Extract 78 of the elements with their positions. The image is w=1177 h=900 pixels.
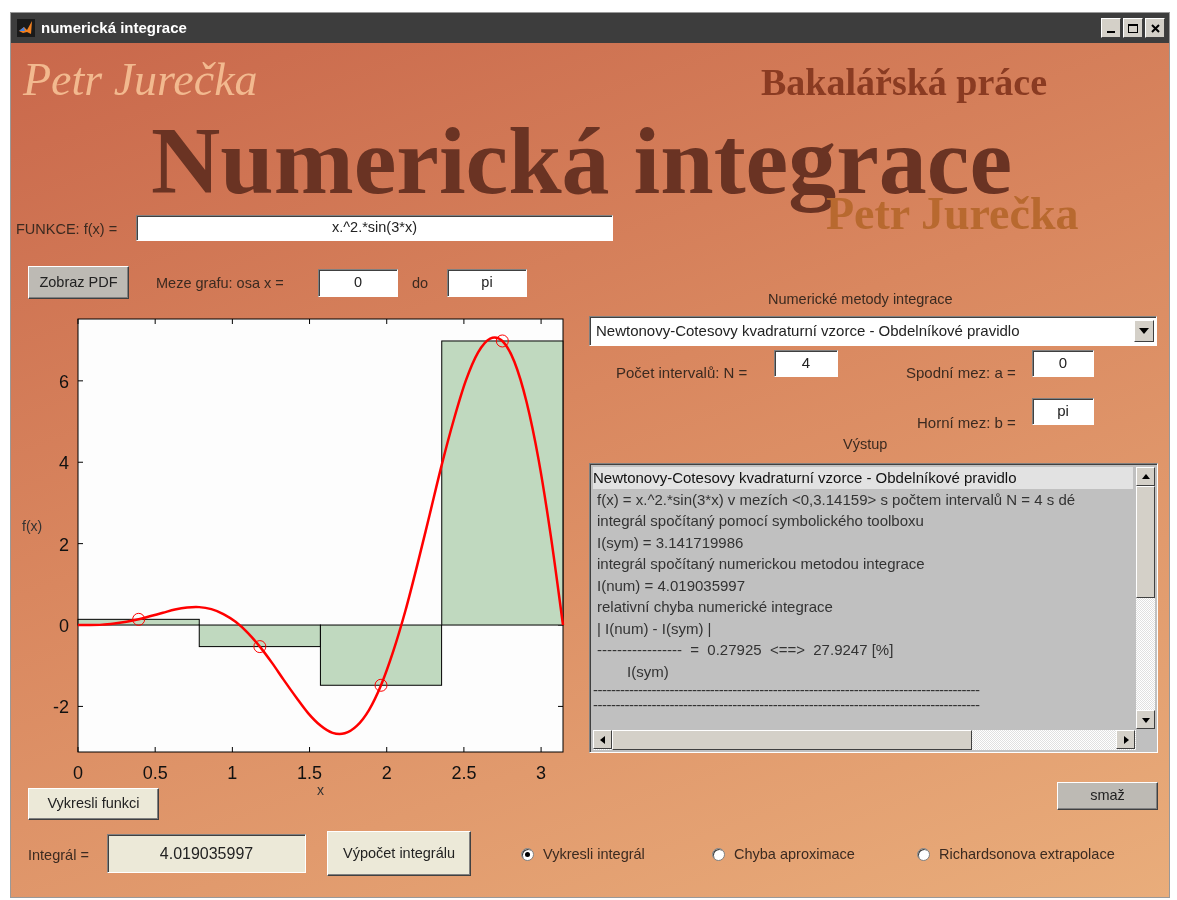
function-label: FUNKCE: f(x) = (16, 220, 118, 239)
output-line[interactable]: I(sym) (593, 660, 1133, 682)
scroll-right-button[interactable] (1116, 730, 1135, 749)
compute-button[interactable]: Výpočet integrálu (327, 831, 471, 876)
background-title: Petr Jurečka (23, 57, 258, 103)
method-dropdown[interactable]: Newtonovy-Cotesovy kvadraturní vzorce - Obdelníkové pravidlo (589, 316, 1157, 346)
radio-option[interactable]: Chyba aproximace (712, 844, 855, 866)
tick-label: 0 (59, 616, 69, 637)
tick-label: 3 (536, 763, 547, 783)
tick-label: 4 (59, 453, 69, 474)
minimize-button[interactable] (1101, 18, 1121, 38)
scroll-down-arrow-icon (1141, 715, 1150, 724)
output-line[interactable]: integrál spočítaný numerickou metodou integrace (593, 553, 1133, 575)
function-field[interactable]: x.^2.*sin(3*x) (136, 215, 613, 241)
limit-from-field[interactable]: 0 (318, 269, 398, 297)
tick-label: 1.5 (297, 763, 323, 783)
close-icon (1150, 23, 1160, 33)
radio-button[interactable] (712, 848, 725, 862)
maximize-icon (1128, 23, 1138, 33)
tick-label: -2 (53, 697, 69, 718)
background-title: Bakalářská práce (761, 63, 1048, 101)
scroll-left-button[interactable] (593, 730, 612, 749)
scroll-up-arrow-icon (1141, 472, 1150, 481)
scrollbar-thumb[interactable] (612, 730, 972, 750)
output-line[interactable]: ----------------- = 0.27925 <==> 27.9247 [%] (593, 639, 1133, 661)
app-icon (17, 19, 35, 37)
axis-label: x (317, 782, 324, 798)
axis-label: f(x) (22, 518, 43, 535)
scroll-up-button[interactable] (1136, 467, 1155, 486)
maximize-button[interactable] (1123, 18, 1143, 38)
tick-label: 0.5 (142, 763, 168, 783)
tick-label: 2.5 (451, 763, 477, 783)
radio-button[interactable] (521, 848, 534, 862)
window-title: numerická integrace (41, 17, 187, 38)
output-label: Výstup (843, 435, 888, 454)
output-line[interactable]: relativní chyba numerické integrace (593, 596, 1133, 618)
output-line[interactable]: f(x) = x.^2.*sin(3*x) v mezích <0,3.14159> s počtem intervalů N = 4 s dé (593, 488, 1133, 510)
methods-label: Numerické metody integrace (768, 290, 953, 309)
tick-label: 2 (59, 534, 69, 555)
minimize-icon (1107, 31, 1115, 33)
output-line[interactable]: -------------------------------------------------------------------------------------- (593, 682, 1133, 697)
pdf-button[interactable]: Zobraz PDF (28, 266, 129, 299)
radio-label[interactable]: Vykresli integrál (543, 844, 645, 866)
radio-button[interactable] (917, 848, 930, 862)
scroll-right-arrow-icon (1121, 735, 1130, 744)
close-button[interactable] (1145, 18, 1165, 38)
lower-limit-label: Spodní mez: a = (906, 363, 1016, 383)
scrollbar-thumb[interactable] (1136, 486, 1155, 598)
integral-field: 4.019035997 (107, 834, 306, 873)
scroll-down-button[interactable] (1136, 710, 1155, 729)
output-line[interactable]: I(num) = 4.019035997 (593, 574, 1133, 596)
graph-limits-label: Meze grafu: osa x = (156, 274, 284, 293)
scroll-left-arrow-icon (598, 735, 607, 744)
tick-label: 6 (59, 371, 69, 392)
integral-label: Integrál = (28, 846, 89, 865)
output-listbox[interactable] (589, 463, 1158, 753)
output-line[interactable]: integrál spočítaný pomocí symbolického toolboxu (593, 510, 1133, 532)
midpoint-marker (253, 640, 267, 654)
lower-limit-field[interactable]: 0 (1032, 350, 1094, 377)
midpoint-marker (495, 334, 509, 348)
interval-count-label: Počet intervalů: N = (616, 363, 748, 383)
radio-label[interactable]: Chyba aproximace (734, 844, 855, 866)
tick-label: 1 (227, 763, 238, 783)
interval-count-field[interactable]: 4 (774, 350, 838, 377)
tick-label: 0 (73, 763, 83, 783)
output-line[interactable]: | I(num) - I(sym) | (593, 617, 1133, 639)
limit-to-field[interactable]: pi (447, 269, 527, 297)
radio-option[interactable]: Vykresli integrál (521, 844, 645, 866)
upper-limit-field[interactable]: pi (1032, 398, 1094, 425)
to-label: do (412, 274, 429, 293)
clear-button[interactable]: smaž (1057, 782, 1158, 810)
plot-button[interactable]: Vykresli funkci (28, 788, 159, 820)
output-line[interactable]: I(sym) = 3.141719986 (593, 531, 1133, 553)
output-line[interactable]: -------------------------------------------------------------------------------------- (593, 697, 1133, 712)
tick-label: 2 (381, 763, 392, 783)
midpoint-marker (374, 678, 388, 692)
midpoint-marker (132, 612, 146, 626)
upper-limit-label: Horní mez: b = (917, 413, 1016, 433)
